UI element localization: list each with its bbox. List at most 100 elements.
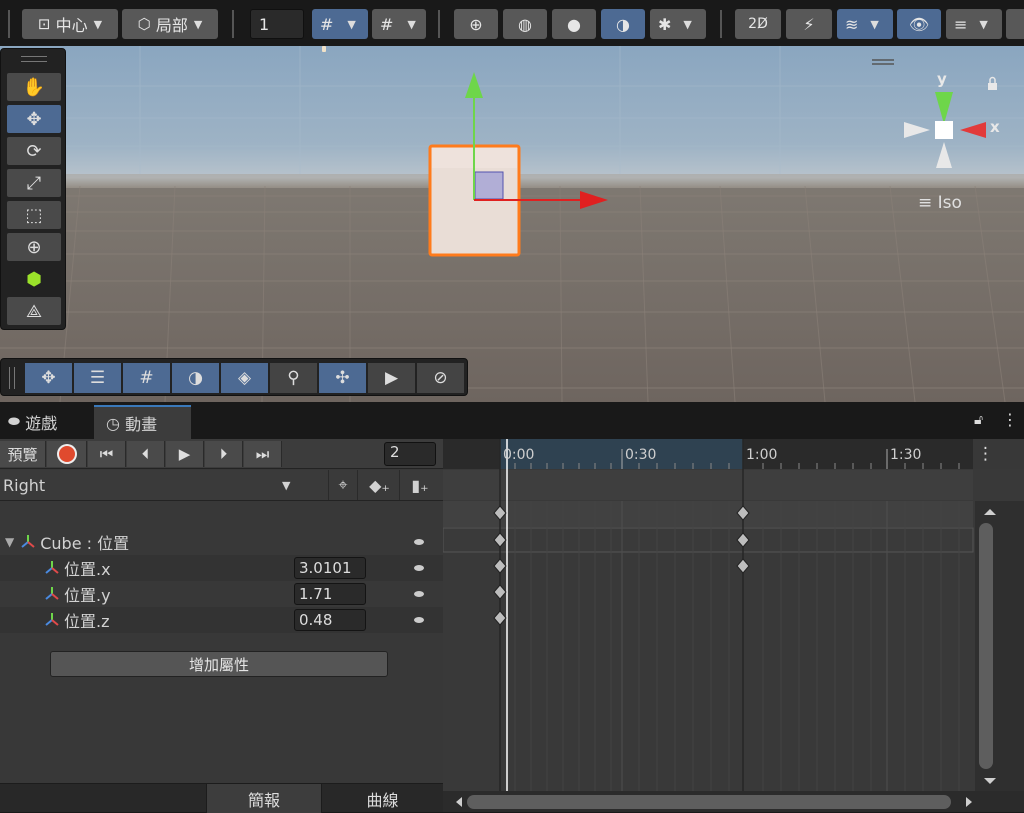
overlay-align-button[interactable]: ☰: [74, 363, 121, 393]
add-keyframe-button[interactable]: ◆₊: [360, 470, 400, 500]
rect-tool-button[interactable]: ⬚: [7, 201, 61, 229]
horizontal-scrollbar-thumb[interactable]: [467, 795, 951, 809]
pivot-mode-dropdown[interactable]: ⊡ 中心 ▼: [22, 9, 118, 39]
toolbar-grip[interactable]: [720, 10, 722, 38]
chevron-down-icon: ▼: [93, 17, 103, 31]
property-y-curve-dot[interactable]: [414, 591, 424, 597]
window-menu-icon[interactable]: ⋮: [1002, 410, 1018, 429]
keyframe-diamond[interactable]: [736, 558, 750, 574]
unlock-icon[interactable]: 🔓︎: [974, 412, 983, 428]
overlay-pivot-button[interactable]: ✣: [319, 363, 366, 393]
grid-size-field[interactable]: 1: [250, 9, 304, 39]
group-curve-dot[interactable]: [414, 539, 424, 545]
previous-keyframe-button[interactable]: ⏴︎: [127, 441, 165, 467]
expand-triangle-icon[interactable]: ▼: [5, 535, 14, 549]
hand-icon: ✋: [22, 76, 46, 98]
overlay-navigation-button[interactable]: ⊘: [417, 363, 464, 393]
toolbar-grip[interactable]: [232, 10, 234, 38]
search-icon: ⚲: [287, 368, 300, 388]
plane-move-handle[interactable]: [474, 171, 504, 200]
record-button[interactable]: [47, 441, 87, 467]
tab-game[interactable]: ⬬ 遊戲: [8, 405, 88, 439]
add-event-button[interactable]: ▮₊: [402, 470, 438, 500]
keyframe-diamond[interactable]: [493, 584, 507, 600]
property-row-x[interactable]: 位置.x 3.0101: [0, 555, 443, 581]
overlay-toolbar: ✥ ☰ # ◑ ◈ ⚲ ✣ ▶ ⊘: [0, 358, 468, 396]
shaded-button[interactable]: ●: [552, 9, 596, 39]
timeline-menu-icon[interactable]: ⋮: [977, 444, 994, 464]
scene-visibility-toggle[interactable]: 👁: [897, 9, 941, 39]
wireframe-shading-button[interactable]: ⊕: [454, 9, 498, 39]
lit-shading-button[interactable]: ◑: [601, 9, 645, 39]
tab-animation[interactable]: ◷ 動畫: [94, 405, 191, 439]
clip-dropdown[interactable]: Right ▼: [0, 470, 300, 500]
orientation-gizmo[interactable]: [904, 92, 986, 168]
more-tools-button[interactable]: [1006, 9, 1024, 39]
overlay-camera-button[interactable]: ▶: [368, 363, 415, 393]
y-axis-arrow[interactable]: [465, 72, 483, 98]
x-axis-arrow[interactable]: [580, 191, 608, 209]
keyframe-diamond[interactable]: [493, 610, 507, 626]
property-y-value-field[interactable]: 1.71: [294, 583, 366, 605]
bug-icon: ✱: [658, 14, 672, 34]
space-label: 局部: [155, 16, 188, 35]
layers-dropdown[interactable]: ≡ ▼: [946, 9, 1002, 39]
frame-field[interactable]: 2: [384, 442, 436, 466]
first-keyframe-button[interactable]: ⏮: [88, 441, 126, 467]
overlay-layers-button[interactable]: ◈: [221, 363, 268, 393]
scale-tool-button[interactable]: ⤢: [7, 169, 61, 197]
increment-snap-toggle[interactable]: # ▼: [372, 9, 426, 39]
step-forward-icon: ⏵︎: [219, 445, 228, 463]
property-group-row[interactable]: ▼ Cube : 位置: [0, 529, 443, 555]
transform-tool-button[interactable]: ⊕: [7, 233, 61, 261]
pivot-label: 中心: [55, 16, 88, 35]
tab-curves[interactable]: 曲線: [322, 784, 443, 813]
move-tool-button[interactable]: ✥: [7, 105, 61, 133]
effects-dropdown[interactable]: ≋ ▼: [837, 9, 893, 39]
skip-last-icon: ⏭: [255, 445, 270, 463]
curves-label: 曲線: [366, 790, 399, 810]
tab-dopesheet[interactable]: 簡報: [206, 784, 322, 813]
grid-snap-toggle[interactable]: # ▼: [312, 9, 368, 39]
projection-label: Iso: [937, 193, 962, 213]
overlay-grid-button[interactable]: #: [123, 363, 170, 393]
solid-sphere-icon: ●: [567, 14, 581, 34]
property-x-curve-dot[interactable]: [414, 565, 424, 571]
pivot-arrows-icon: ✣: [335, 368, 350, 388]
toolbar-grip[interactable]: [8, 10, 10, 38]
property-row-y[interactable]: 位置.y 1.71: [0, 581, 443, 607]
space-mode-dropdown[interactable]: ⬡ 局部 ▼: [122, 9, 218, 39]
play-button[interactable]: ▶: [166, 441, 204, 467]
scene-view[interactable]: y x ≡ Iso ✋ ✥ ⟳ ⤢ ⬚ ⊕ ⬢ ⟁ ✥ ☰ # ◑ ◈ ⚲ ✣ …: [0, 46, 1024, 402]
property-z-value-field[interactable]: 0.48: [294, 609, 366, 631]
shaded-wireframe-button[interactable]: ◍: [503, 9, 547, 39]
debug-draw-mode-dropdown[interactable]: ✱ ▼: [650, 9, 706, 39]
property-z-curve-dot[interactable]: [414, 617, 424, 623]
2d-mode-button[interactable]: 2D̸: [735, 9, 781, 39]
toolbar-grip[interactable]: [438, 10, 440, 38]
keyframe-target-button[interactable]: ⌖: [328, 470, 358, 500]
projection-toggle[interactable]: ≡ Iso: [918, 193, 962, 213]
next-keyframe-button[interactable]: ⏵︎: [205, 441, 243, 467]
keyframe-diamond[interactable]: [493, 558, 507, 574]
move-arrows-icon: ✥: [41, 368, 56, 388]
overlay-lighting-button[interactable]: ◑: [172, 363, 219, 393]
overlay-move-button[interactable]: ✥: [25, 363, 72, 393]
add-property-button[interactable]: 增加屬性: [50, 651, 388, 677]
view-tool-button[interactable]: ✋: [7, 73, 61, 101]
rotate-tool-button[interactable]: ⟳: [7, 137, 61, 165]
lock-icon[interactable]: [988, 76, 997, 91]
playback-controls: 預覽 ⏮ ⏴︎ ▶ ⏵︎ ⏭ 2: [0, 439, 443, 469]
vertical-scrollbar-thumb[interactable]: [979, 523, 993, 769]
lighting-toggle[interactable]: ⚡: [786, 9, 832, 39]
dopesheet-timeline[interactable]: 0:00 0:30 1:00 1:30 ⋮: [443, 439, 1024, 812]
palette-grip[interactable]: [21, 56, 47, 62]
last-keyframe-button[interactable]: ⏭: [244, 441, 282, 467]
overlay-search-button[interactable]: ⚲: [270, 363, 317, 393]
edit-collider-button[interactable]: ⟁: [7, 297, 61, 325]
preview-button[interactable]: 預覽: [0, 441, 46, 467]
property-x-value-field[interactable]: 3.0101: [294, 557, 366, 579]
property-row-z[interactable]: 位置.z 0.48: [0, 607, 443, 633]
custom-tool-button[interactable]: ⬢: [7, 265, 61, 293]
overlay-grip[interactable]: [9, 367, 15, 389]
